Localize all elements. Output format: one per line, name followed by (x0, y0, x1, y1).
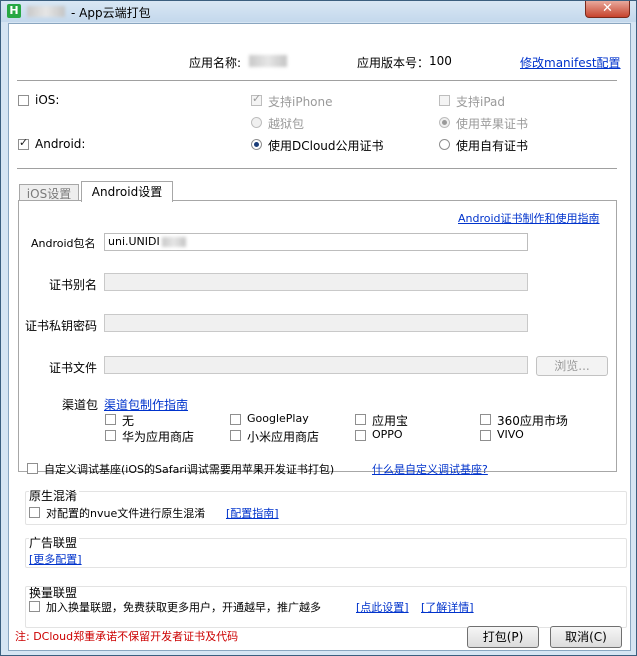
channel-label-oppo: OPPO (372, 428, 403, 441)
custom-base-link[interactable]: 什么是自定义调试基座? (372, 461, 488, 477)
native-obfuscation-checkbox[interactable] (29, 507, 40, 518)
dialog-body: 应用名称: 应用版本号： 100 修改manifest配置 iOS: 支持iPh… (8, 23, 631, 651)
use-apple-cert-label: 使用苹果证书 (456, 117, 529, 131)
app-name-label: 应用名称: (189, 56, 242, 70)
package-name-value: uni.UNIDI (108, 235, 160, 248)
tab-android-settings[interactable]: Android设置 (81, 181, 173, 202)
exchange-alliance-label: 加入换量联盟，免费获取更多用户，开通越早，推广越多 (46, 601, 321, 614)
support-ipad-label: 支持iPad (456, 95, 506, 109)
cert-file-input[interactable] (104, 356, 528, 374)
cert-password-label: 证书私钥密码 (25, 319, 98, 333)
dialog-footer: 注: DCloud郑重承诺不保留开发者证书及代码 打包(P) 取消(C) (9, 626, 630, 650)
app-version-value: 100 (429, 54, 452, 68)
ios-label: iOS: (35, 93, 60, 107)
jailbreak-radio[interactable] (251, 117, 262, 128)
custom-base-label: 自定义调试基座(iOS的Safari调试需要用苹果开发证书打包) (44, 463, 335, 476)
custom-base-checkbox[interactable] (27, 463, 38, 474)
channel-checkbox-xiaomi[interactable] (230, 430, 241, 441)
channel-checkbox-googleplay[interactable] (230, 414, 241, 425)
jailbreak-label: 越狱包 (268, 117, 305, 131)
channel-label-360: 360应用市场 (497, 414, 568, 428)
cert-file-label: 证书文件 (49, 361, 98, 375)
channel-checkbox-oppo[interactable] (355, 430, 366, 441)
native-obfuscation-title: 原生混淆 (29, 487, 80, 504)
title-bar[interactable]: H - App云端打包 ✕ (1, 1, 636, 22)
package-name-input[interactable]: uni.UNIDI (104, 233, 528, 251)
use-dcloud-cert-radio[interactable] (251, 139, 262, 150)
android-cert-guide-link[interactable]: Android证书制作和使用指南 (458, 210, 600, 226)
channel-label: 渠道包 (62, 398, 99, 412)
exchange-alliance-details-link[interactable]: [了解详情] (421, 599, 474, 615)
channel-label-vivo: VIVO (497, 428, 524, 441)
android-settings-panel: Android证书制作和使用指南 Android包名 uni.UNIDI 证书别… (18, 200, 617, 472)
package-name-label: Android包名 (31, 237, 96, 250)
app-version-label: 应用版本号： (357, 56, 430, 70)
ad-alliance-title: 广告联盟 (29, 534, 80, 551)
package-name-redacted (161, 237, 186, 247)
app-cloud-pack-window: H - App云端打包 ✕ 应用名称: 应用版本号： 100 修改manifes… (0, 0, 637, 656)
edit-manifest-link[interactable]: 修改manifest配置 (520, 54, 621, 71)
channel-label-none: 无 (122, 414, 135, 428)
divider (17, 80, 617, 81)
cert-password-input[interactable] (104, 314, 528, 332)
channel-checkbox-yingyongbao[interactable] (355, 414, 366, 425)
use-dcloud-cert-label: 使用DCloud公用证书 (268, 139, 384, 153)
cancel-button[interactable]: 取消(C) (550, 626, 622, 648)
android-checkbox[interactable] (18, 136, 29, 150)
exchange-alliance-group: 换量联盟 加入换量联盟，免费获取更多用户，开通越早，推广越多 [点此设置] [了… (25, 586, 627, 628)
native-obfuscation-guide-link[interactable]: [配置指南] (226, 505, 279, 521)
ad-alliance-group: 广告联盟 [更多配置] (25, 534, 627, 568)
cert-alias-label: 证书别名 (49, 278, 98, 292)
browse-button[interactable]: 浏览... (536, 356, 608, 376)
channel-checkbox-vivo[interactable] (480, 430, 491, 441)
channel-checkbox-none[interactable] (105, 414, 116, 425)
use-apple-cert-radio[interactable] (439, 117, 450, 128)
channel-label-yingyongbao: 应用宝 (372, 414, 409, 428)
support-ipad-checkbox[interactable] (439, 95, 450, 106)
hbuilder-app-icon: H (7, 4, 21, 18)
use-own-cert-label: 使用自有证书 (456, 139, 529, 153)
support-iphone-checkbox[interactable] (251, 92, 262, 106)
close-button[interactable]: ✕ (585, 1, 630, 18)
cert-alias-input[interactable] (104, 273, 528, 291)
pack-button[interactable]: 打包(P) (467, 626, 539, 648)
window-title: - App云端打包 (71, 6, 151, 20)
channel-guide-link[interactable]: 渠道包制作指南 (104, 396, 188, 413)
ios-checkbox[interactable] (18, 95, 29, 106)
divider (17, 168, 617, 169)
android-label: Android: (35, 137, 86, 151)
security-notice: 注: DCloud郑重承诺不保留开发者证书及代码 (15, 630, 239, 643)
native-obfuscation-group: 原生混淆 对配置的nvue文件进行原生混淆 [配置指南] (25, 487, 627, 525)
use-own-cert-radio[interactable] (439, 139, 450, 150)
ad-alliance-more-config-link[interactable]: [更多配置] (29, 551, 82, 567)
project-name-redacted (27, 6, 65, 17)
channel-checkbox-360[interactable] (480, 414, 491, 425)
channel-label-huawei: 华为应用商店 (122, 430, 195, 444)
channel-checkbox-huawei[interactable] (105, 430, 116, 441)
exchange-alliance-settings-link[interactable]: [点此设置] (356, 599, 409, 615)
channel-label-googleplay: GooglePlay (247, 412, 309, 425)
native-obfuscation-label: 对配置的nvue文件进行原生混淆 (46, 507, 206, 520)
support-iphone-label: 支持iPhone (268, 95, 333, 109)
app-name-value-redacted (249, 55, 287, 67)
channel-label-xiaomi: 小米应用商店 (247, 430, 320, 444)
exchange-alliance-checkbox[interactable] (29, 601, 40, 612)
